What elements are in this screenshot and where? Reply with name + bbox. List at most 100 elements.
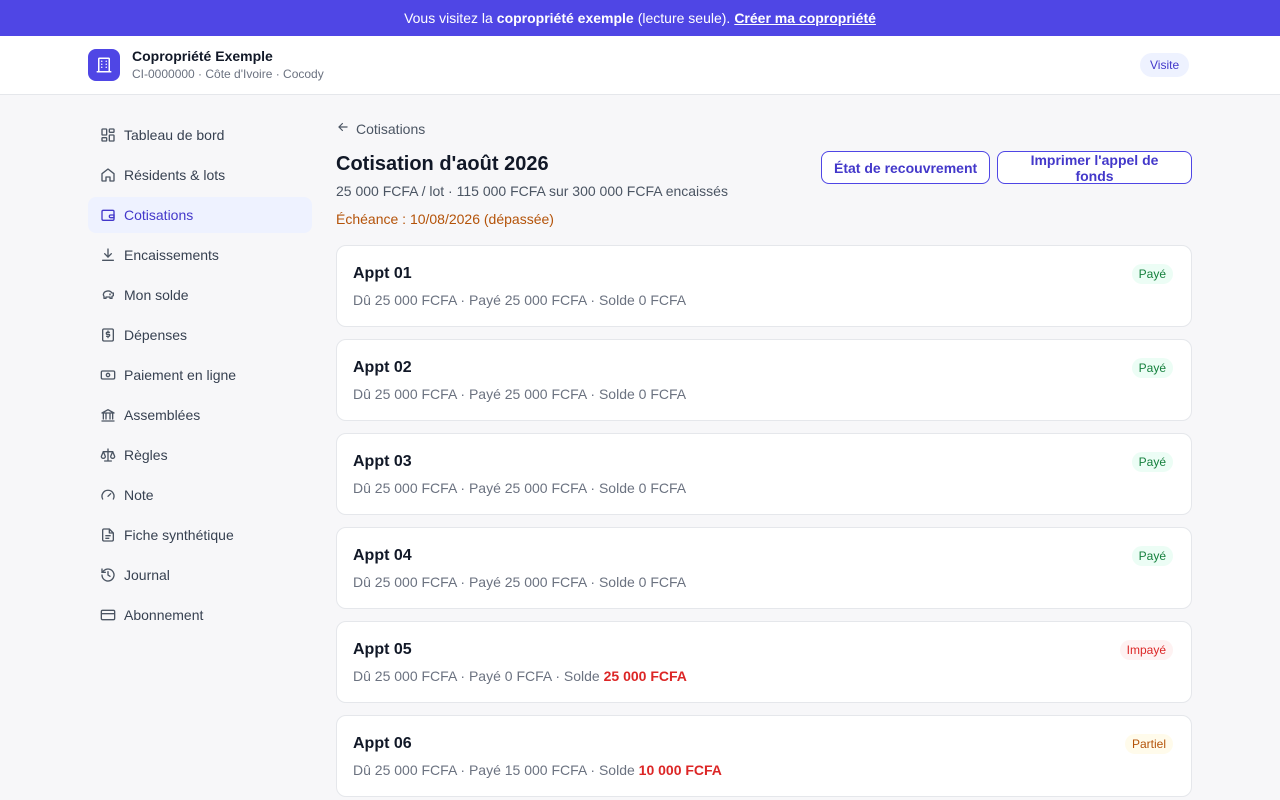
lot-balance: 0 FCFA [638, 574, 687, 590]
landmark-icon [100, 407, 116, 423]
lot-balance-label: Solde [598, 292, 635, 308]
print-call-button[interactable]: Imprimer l'appel de fonds [997, 151, 1192, 184]
sidebar-item-label: Journal [124, 567, 170, 583]
status-badge: Payé [1131, 358, 1173, 378]
lot-card[interactable]: Appt 06 Dû 25 000 FCFA · Payé 15 000 FCF… [336, 715, 1192, 797]
lot-paid: Payé 0 FCFA [468, 668, 552, 684]
lot-details: Dû 25 000 FCFA · Payé 25 000 FCFA · Sold… [353, 574, 687, 590]
lot-balance-label: Solde [563, 668, 600, 684]
lot-balance-label: Solde [598, 762, 635, 778]
back-link[interactable]: Cotisations [336, 120, 425, 137]
visit-badge: Visite [1140, 53, 1190, 77]
sidebar: Tableau de bord Résidents & lots Cotisat… [88, 117, 312, 637]
org-subtitle: CI-0000000 · Côte d'Ivoire · Cocody [132, 67, 324, 81]
sidebar-item-label: Cotisations [124, 207, 194, 223]
banknote-icon [100, 367, 116, 383]
lot-details: Dû 25 000 FCFA · Payé 25 000 FCFA · Sold… [353, 292, 687, 308]
create-copro-link[interactable]: Créer ma copropriété [734, 10, 876, 26]
status-badge: Payé [1131, 546, 1173, 566]
file-text-icon [100, 527, 116, 543]
lot-name: Appt 05 [353, 641, 412, 658]
status-badge: Payé [1131, 264, 1173, 284]
lot-paid: Payé 25 000 FCFA [468, 292, 587, 308]
lot-details: Dû 25 000 FCFA · Payé 0 FCFA · Solde 25 … [353, 668, 687, 684]
back-link-label: Cotisations [356, 120, 426, 137]
lot-due: Dû 25 000 FCFA [353, 386, 457, 402]
lot-name: Appt 02 [353, 359, 412, 376]
dashboard-icon [100, 127, 116, 143]
sidebar-item-journal[interactable]: Journal [88, 557, 312, 593]
scale-icon [100, 447, 116, 463]
home-icon [100, 167, 116, 183]
wallet-icon [100, 207, 116, 223]
sidebar-item-note[interactable]: Note [88, 477, 312, 513]
sidebar-item-label: Assemblées [124, 407, 201, 423]
sidebar-item-label: Résidents & lots [124, 167, 226, 183]
lot-card[interactable]: Appt 05 Dû 25 000 FCFA · Payé 0 FCFA · S… [336, 621, 1192, 703]
page-title: Cotisation d'août 2026 [336, 153, 549, 175]
lot-due: Dû 25 000 FCFA [353, 762, 457, 778]
sidebar-item-label: Paiement en ligne [124, 367, 237, 383]
lot-balance: 0 FCFA [638, 386, 687, 402]
sidebar-item-label: Règles [124, 447, 168, 463]
sidebar-item-dashboard[interactable]: Tableau de bord [88, 117, 312, 153]
download-icon [100, 247, 116, 263]
lot-paid: Payé 25 000 FCFA [468, 574, 587, 590]
sidebar-item-label: Dépenses [124, 327, 188, 343]
arrow-left-icon [336, 120, 350, 137]
sidebar-item-residents[interactable]: Résidents & lots [88, 157, 312, 193]
status-badge: Payé [1131, 452, 1173, 472]
sidebar-item-mon-solde[interactable]: Mon solde [88, 277, 312, 313]
lot-paid: Payé 25 000 FCFA [468, 480, 587, 496]
sidebar-item-assemblees[interactable]: Assemblées [88, 397, 312, 433]
lot-card[interactable]: Appt 01 Dû 25 000 FCFA · Payé 25 000 FCF… [336, 245, 1192, 327]
sidebar-item-paiement-en-ligne[interactable]: Paiement en ligne [88, 357, 312, 393]
history-icon [100, 567, 116, 583]
lot-due: Dû 25 000 FCFA [353, 480, 457, 496]
lot-name: Appt 04 [353, 547, 412, 564]
piggy-bank-icon [100, 287, 116, 303]
lot-details: Dû 25 000 FCFA · Payé 25 000 FCFA · Sold… [353, 480, 687, 496]
lot-balance-label: Solde [598, 386, 635, 402]
lot-name: Appt 06 [353, 735, 412, 752]
sidebar-item-fiche-synthetique[interactable]: Fiche synthétique [88, 517, 312, 553]
sidebar-item-label: Note [124, 487, 154, 503]
due-date: Échéance : 10/08/2026 (dépassée) [336, 211, 554, 227]
building-icon [88, 49, 120, 81]
lot-balance: 25 000 FCFA [603, 668, 687, 684]
banner-prefix: Vous visitez la [404, 10, 493, 26]
lot-due: Dû 25 000 FCFA [353, 292, 457, 308]
credit-card-icon [100, 607, 116, 623]
lots-list: Appt 01 Dû 25 000 FCFA · Payé 25 000 FCF… [336, 245, 1192, 800]
status-badge: Partiel [1124, 734, 1173, 754]
sidebar-item-label: Encaissements [124, 247, 219, 263]
org-name: Copropriété Exemple [132, 48, 273, 64]
page-subtitle: 25 000 FCFA / lot · 115 000 FCFA sur 300… [336, 183, 728, 199]
sidebar-item-abonnement[interactable]: Abonnement [88, 597, 312, 633]
lot-name: Appt 01 [353, 265, 412, 282]
lot-paid: Payé 15 000 FCFA [468, 762, 587, 778]
sidebar-item-cotisations[interactable]: Cotisations [88, 197, 312, 233]
recovery-status-button[interactable]: État de recouvrement [821, 151, 991, 184]
lot-name: Appt 03 [353, 453, 412, 470]
sidebar-item-depenses[interactable]: Dépenses [88, 317, 312, 353]
sidebar-item-encaissements[interactable]: Encaissements [88, 237, 312, 273]
gauge-icon [100, 487, 116, 503]
demo-banner: Vous visitez la copropriété exemple (lec… [0, 0, 1280, 36]
lot-card[interactable]: Appt 02 Dû 25 000 FCFA · Payé 25 000 FCF… [336, 339, 1192, 421]
lot-balance: 0 FCFA [638, 480, 687, 496]
lot-card[interactable]: Appt 03 Dû 25 000 FCFA · Payé 25 000 FCF… [336, 433, 1192, 515]
receipt-icon [100, 327, 116, 343]
status-badge: Impayé [1119, 640, 1173, 660]
lot-due: Dû 25 000 FCFA [353, 574, 457, 590]
sidebar-item-label: Tableau de bord [124, 127, 225, 143]
lot-balance-label: Solde [598, 480, 635, 496]
lot-balance: 10 000 FCFA [638, 762, 722, 778]
sidebar-item-label: Mon solde [124, 287, 189, 303]
sidebar-item-regles[interactable]: Règles [88, 437, 312, 473]
lot-details: Dû 25 000 FCFA · Payé 25 000 FCFA · Sold… [353, 386, 687, 402]
lot-balance-label: Solde [598, 574, 635, 590]
banner-highlight: copropriété exemple [496, 10, 634, 26]
lot-card[interactable]: Appt 04 Dû 25 000 FCFA · Payé 25 000 FCF… [336, 527, 1192, 609]
sidebar-item-label: Abonnement [124, 607, 204, 623]
